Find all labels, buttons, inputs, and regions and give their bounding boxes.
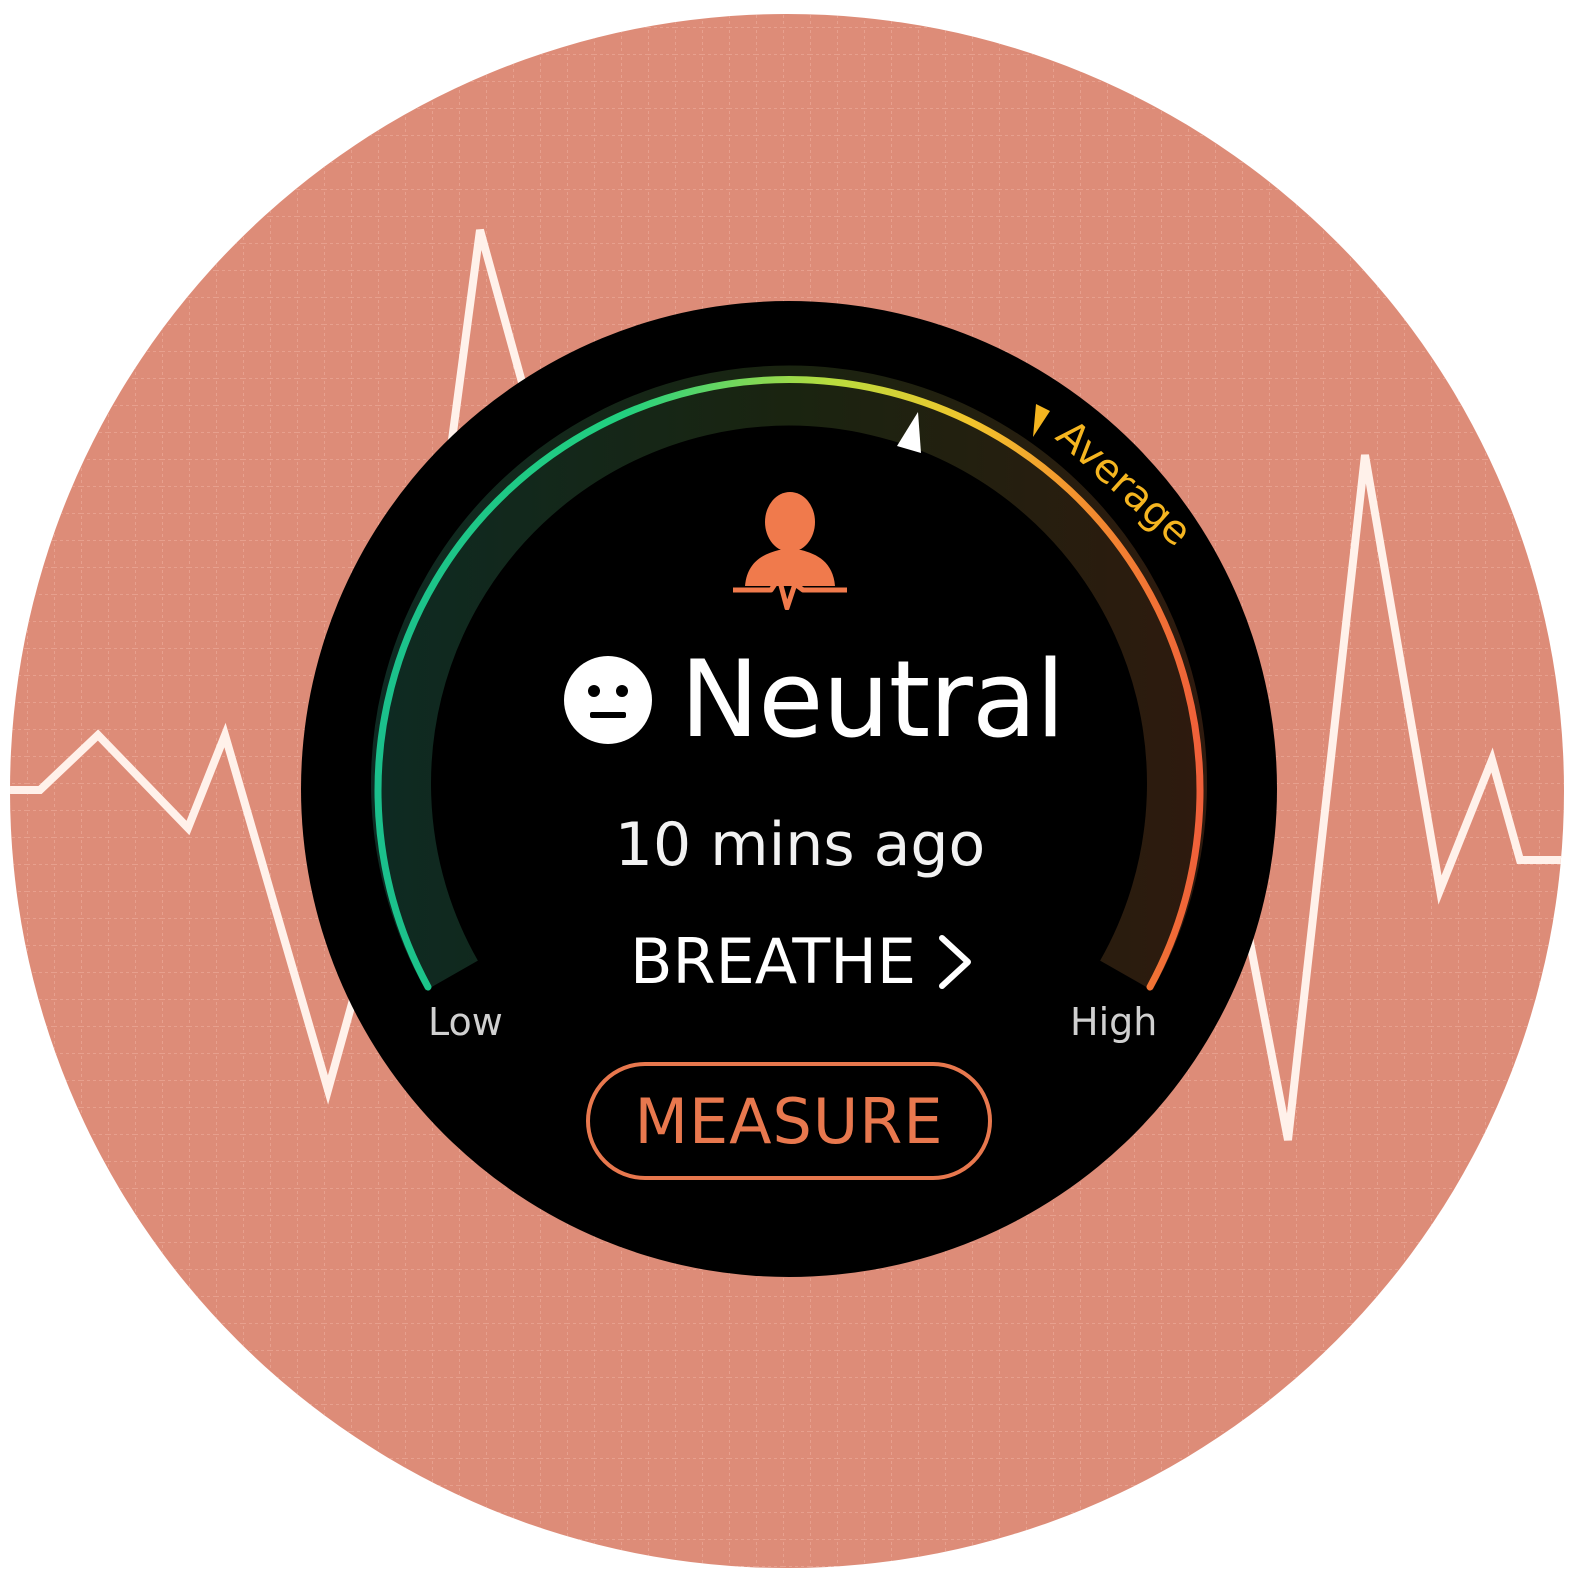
stress-person-icon bbox=[733, 492, 847, 610]
background-graphics: Average bbox=[10, 14, 1564, 1568]
breathe-label: BREATHE bbox=[630, 925, 917, 998]
gauge-low-label: Low bbox=[428, 1000, 503, 1044]
breathe-button[interactable]: BREATHE bbox=[630, 922, 972, 1002]
stress-screen: Average Neutral 10 mins ago BREATHE Low … bbox=[0, 0, 1588, 1592]
measure-button[interactable]: MEASURE bbox=[586, 1062, 992, 1180]
chevron-right-icon bbox=[939, 935, 972, 989]
neutral-face-icon bbox=[564, 656, 652, 744]
last-measured-time: 10 mins ago bbox=[614, 810, 986, 880]
stress-status-label: Neutral bbox=[680, 638, 1065, 761]
gauge-high-label: High bbox=[1070, 1000, 1158, 1044]
